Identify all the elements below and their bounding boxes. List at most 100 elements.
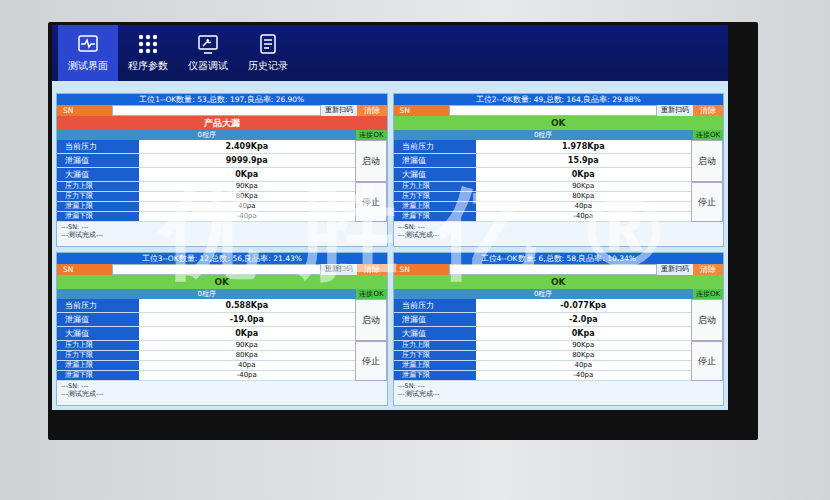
limit-label: 泄漏上限 bbox=[57, 202, 139, 211]
clear-button[interactable]: 清除 bbox=[693, 105, 723, 116]
station-header: 工位4--OK数量: 6,总数: 58,良品率: 10.34% bbox=[394, 253, 724, 264]
limit-label: 压力下限 bbox=[394, 192, 476, 201]
rescan-button[interactable]: 重新扫码 bbox=[321, 264, 357, 275]
station-panel: 工位1--OK数量: 53,总数: 197,良品率: 26.90%SN重新扫码清… bbox=[56, 93, 388, 247]
connection-badge: 连接OK bbox=[356, 289, 386, 299]
reading-label: 泄漏值 bbox=[57, 313, 139, 326]
log-area: ---SN: ------测试完成--- bbox=[394, 222, 724, 240]
limit-value: -40pa bbox=[139, 371, 355, 380]
status-bar: 产品大漏 bbox=[57, 116, 387, 130]
grid-icon bbox=[137, 33, 159, 55]
rescan-button[interactable]: 重新扫码 bbox=[657, 264, 693, 275]
log-line: ---SN: --- bbox=[61, 382, 383, 390]
screen: 测试界面程序参数仪器调试历史记录工位1--OK数量: 53,总数: 197,良品… bbox=[52, 25, 728, 410]
readings-table: 当前压力2.409Kpa泄漏值9999.9pa大漏值0Kpa启动压力上限90Kp… bbox=[57, 140, 387, 246]
readings-rows: 当前压力-0.077Kpa泄漏值-2.0pa大漏值0Kpa bbox=[394, 299, 692, 341]
rescan-button[interactable]: 重新扫码 bbox=[321, 105, 357, 116]
limit-value: 80Kpa bbox=[139, 192, 355, 201]
start-button[interactable]: 启动 bbox=[691, 299, 723, 341]
readings-section: 当前压力-0.077Kpa泄漏值-2.0pa大漏值0Kpa启动 bbox=[394, 299, 724, 341]
toolbar-tab[interactable]: 仪器调试 bbox=[178, 25, 238, 81]
sn-row: SN 重新扫码清除 bbox=[57, 264, 387, 275]
wrench-icon bbox=[197, 33, 219, 55]
limit-row: 泄漏下限-40pa bbox=[394, 371, 692, 381]
stop-button[interactable]: 停止 bbox=[355, 182, 387, 222]
device-frame: 测试界面程序参数仪器调试历史记录工位1--OK数量: 53,总数: 197,良品… bbox=[0, 0, 830, 500]
sn-label: SN bbox=[57, 105, 112, 116]
limit-row: 泄漏上限40pa bbox=[394, 202, 692, 212]
reading-label: 大漏值 bbox=[57, 168, 139, 181]
limit-label: 泄漏下限 bbox=[57, 212, 139, 221]
limit-row: 压力下限80Kpa bbox=[394, 192, 692, 202]
start-button[interactable]: 启动 bbox=[355, 299, 387, 341]
sn-input[interactable] bbox=[449, 105, 658, 116]
reading-label: 当前压力 bbox=[57, 140, 139, 153]
limit-row: 压力下限80Kpa bbox=[57, 192, 355, 202]
stations-grid: 工位1--OK数量: 53,总数: 197,良品率: 26.90%SN重新扫码清… bbox=[52, 81, 728, 410]
station-body: 当前压力1.978Kpa泄漏值15.9pa大漏值0Kpa启动压力上限90Kpa压… bbox=[394, 140, 724, 246]
sn-row: SN重新扫码清除 bbox=[394, 264, 724, 275]
sn-input[interactable] bbox=[112, 105, 321, 116]
reading-row: 泄漏值-2.0pa bbox=[394, 313, 692, 327]
program-row: 0程序连接OK bbox=[57, 130, 387, 140]
toolbar-tab[interactable]: 测试界面 bbox=[58, 25, 118, 81]
start-button[interactable]: 启动 bbox=[355, 140, 387, 182]
connection-badge: 连接OK bbox=[693, 130, 723, 140]
reading-row: 泄漏值9999.9pa bbox=[57, 154, 355, 168]
reading-value: 1.978Kpa bbox=[476, 140, 692, 153]
limit-label: 泄漏上限 bbox=[57, 361, 139, 370]
limit-label: 压力上限 bbox=[57, 182, 139, 191]
toolbar-tab[interactable]: 历史记录 bbox=[238, 25, 298, 81]
clear-button[interactable]: 清除 bbox=[693, 264, 723, 275]
limits-section: 压力上限90Kpa压力下限80Kpa泄漏上限40pa泄漏下限-40pa停止 bbox=[57, 341, 387, 381]
limits-section: 压力上限90Kpa压力下限80Kpa泄漏上限40pa泄漏下限-40pa停止 bbox=[394, 341, 724, 381]
limits-section: 压力上限90Kpa压力下限80Kpa泄漏上限40pa泄漏下限-40pa停止 bbox=[57, 182, 387, 222]
limit-value: -40pa bbox=[139, 212, 355, 221]
limit-row: 压力上限90Kpa bbox=[57, 341, 355, 351]
reading-row: 泄漏值-19.0pa bbox=[57, 313, 355, 327]
limit-row: 压力下限80Kpa bbox=[57, 351, 355, 361]
limit-row: 压力上限90Kpa bbox=[394, 182, 692, 192]
reading-value: 2.409Kpa bbox=[139, 140, 355, 153]
log-line: ---SN: --- bbox=[61, 223, 383, 231]
reading-label: 泄漏值 bbox=[394, 313, 476, 326]
limit-row: 泄漏上限40pa bbox=[57, 361, 355, 371]
limit-value: 90Kpa bbox=[139, 341, 355, 350]
connection-badge: 连接OK bbox=[356, 130, 386, 140]
sn-input[interactable] bbox=[449, 264, 658, 275]
stop-button[interactable]: 停止 bbox=[691, 182, 723, 222]
readings-section: 当前压力1.978Kpa泄漏值15.9pa大漏值0Kpa启动 bbox=[394, 140, 724, 182]
rescan-button[interactable]: 重新扫码 bbox=[657, 105, 693, 116]
limit-label: 泄漏上限 bbox=[394, 202, 476, 211]
start-button[interactable]: 启动 bbox=[691, 140, 723, 182]
reading-value: 15.9pa bbox=[476, 154, 692, 167]
clear-button[interactable]: 清除 bbox=[357, 264, 387, 275]
limit-row: 压力下限80Kpa bbox=[394, 351, 692, 361]
station-body: 当前压力2.409Kpa泄漏值9999.9pa大漏值0Kpa启动压力上限90Kp… bbox=[57, 140, 387, 246]
limit-value: 80Kpa bbox=[476, 192, 692, 201]
station-panel: 工位4--OK数量: 6,总数: 58,良品率: 10.34%SN重新扫码清除O… bbox=[393, 252, 725, 406]
clear-button[interactable]: 清除 bbox=[357, 105, 387, 116]
limit-value: 40pa bbox=[476, 361, 692, 370]
limits-section: 压力上限90Kpa压力下限80Kpa泄漏上限40pa泄漏下限-40pa停止 bbox=[394, 182, 724, 222]
log-line: ---测试完成--- bbox=[61, 390, 383, 398]
toolbar-tab[interactable]: 程序参数 bbox=[118, 25, 178, 81]
reading-row: 当前压力2.409Kpa bbox=[57, 140, 355, 154]
limit-label: 泄漏下限 bbox=[57, 371, 139, 380]
stop-button[interactable]: 停止 bbox=[691, 341, 723, 381]
limit-value: 80Kpa bbox=[139, 351, 355, 360]
limits-rows: 压力上限90Kpa压力下限80Kpa泄漏上限40pa泄漏下限-40pa bbox=[57, 182, 355, 222]
station-body: 当前压力0.588Kpa泄漏值-19.0pa大漏值0Kpa启动压力上限90Kpa… bbox=[57, 299, 387, 405]
limit-label: 泄漏下限 bbox=[394, 212, 476, 221]
stop-button[interactable]: 停止 bbox=[355, 341, 387, 381]
sn-label: SN bbox=[57, 264, 112, 275]
limit-value: 40pa bbox=[476, 202, 692, 211]
waveform-icon bbox=[77, 33, 99, 55]
sn-input[interactable] bbox=[112, 264, 321, 275]
readings-rows: 当前压力0.588Kpa泄漏值-19.0pa大漏值0Kpa bbox=[57, 299, 355, 341]
limit-value: 40pa bbox=[139, 202, 355, 211]
reading-value: -2.0pa bbox=[476, 313, 692, 326]
reading-row: 当前压力1.978Kpa bbox=[394, 140, 692, 154]
readings-table: 当前压力-0.077Kpa泄漏值-2.0pa大漏值0Kpa启动压力上限90Kpa… bbox=[394, 299, 724, 405]
limit-row: 压力上限90Kpa bbox=[57, 182, 355, 192]
